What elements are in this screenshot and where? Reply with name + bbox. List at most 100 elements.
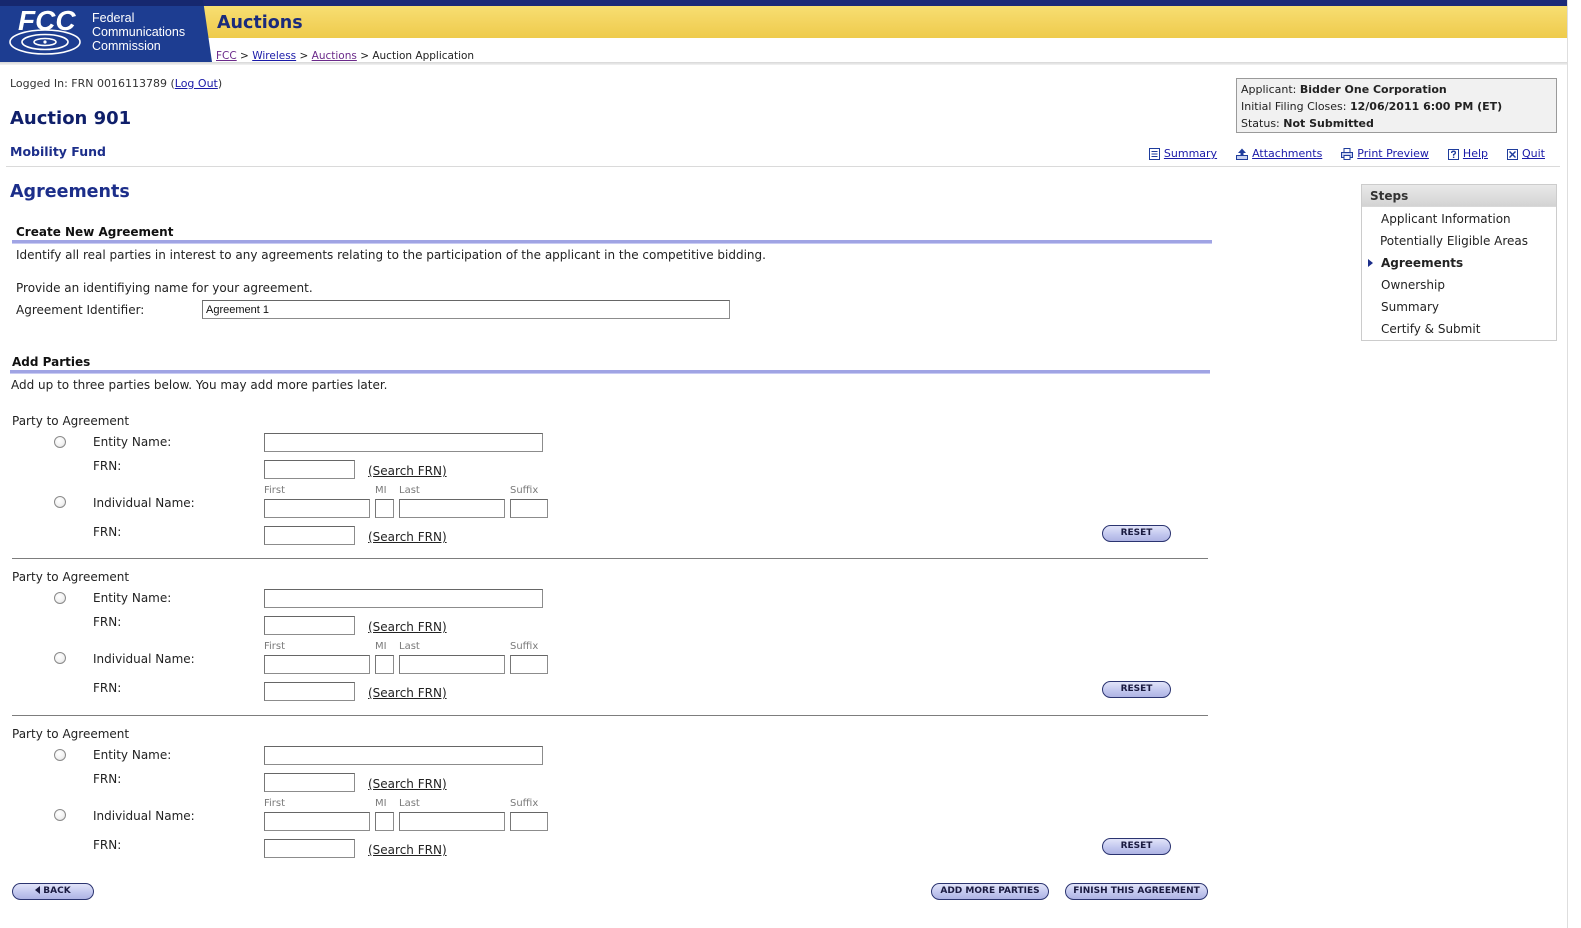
fcc-logo[interactable]: FCC Federal Communications Commission [0, 0, 214, 63]
entity-name-label: Entity Name: [93, 435, 172, 449]
individual-frn-input[interactable] [264, 839, 355, 858]
status-row: Status: Not Submitted [1241, 115, 1552, 132]
party-divider [12, 715, 1208, 716]
individual-frn-input[interactable] [264, 526, 355, 545]
suffix-input[interactable] [510, 499, 548, 518]
reset-button[interactable]: RESET [1102, 838, 1171, 855]
applicant-row: Applicant: Bidder One Corporation [1241, 81, 1552, 98]
toolbar-print-preview-label[interactable]: Print Preview [1357, 147, 1429, 161]
quit-icon [1507, 148, 1518, 160]
logged-in-text: Logged In: FRN 0016113789 ( [10, 77, 175, 90]
first-name-input[interactable] [264, 499, 370, 518]
individual-search-frn-link[interactable]: (Search FRN) [368, 530, 447, 544]
individual-name-label: Individual Name: [93, 652, 195, 666]
step-summary[interactable]: Summary [1362, 296, 1555, 318]
auction-title: Auction 901 [10, 108, 132, 129]
first-name-caption: First [264, 641, 286, 652]
reset-button[interactable]: RESET [1102, 525, 1171, 542]
step-label: Summary [1381, 300, 1439, 314]
suffix-input[interactable] [510, 655, 548, 674]
agreement-name-prompt: Provide an identifiying name for your ag… [16, 281, 313, 295]
logout-link[interactable]: Log Out [175, 77, 218, 90]
step-agreements[interactable]: Agreements [1362, 252, 1555, 274]
breadcrumb-wireless[interactable]: Wireless [252, 50, 296, 62]
individual-radio[interactable] [54, 496, 66, 508]
step-potentially-eligible-areas[interactable]: Potentially Eligible Areas [1362, 230, 1555, 252]
first-name-input[interactable] [264, 812, 370, 831]
individual-frn-input[interactable] [264, 682, 355, 701]
toolbar-quit[interactable]: Quit [1507, 147, 1545, 161]
logo-line-3: Commission [92, 39, 161, 53]
back-button[interactable]: BACK [12, 883, 94, 900]
suffix-input[interactable] [510, 812, 548, 831]
individual-search-frn-link[interactable]: (Search FRN) [368, 843, 447, 857]
individual-frn-label: FRN: [93, 681, 122, 695]
entity-radio[interactable] [54, 592, 66, 604]
step-label: Applicant Information [1381, 212, 1511, 226]
step-applicant-information[interactable]: Applicant Information [1362, 208, 1555, 230]
toolbar-summary[interactable]: Summary [1148, 147, 1217, 161]
steps-panel: Steps Applicant Information Potentially … [1361, 184, 1557, 341]
entity-search-frn-link[interactable]: (Search FRN) [368, 464, 447, 478]
step-label: Certify & Submit [1381, 322, 1481, 336]
reset-button[interactable]: RESET [1102, 681, 1171, 698]
entity-search-frn-link[interactable]: (Search FRN) [368, 777, 447, 791]
entity-name-label: Entity Name: [93, 748, 172, 762]
individual-radio[interactable] [54, 809, 66, 821]
toolbar-print-preview[interactable]: Print Preview [1341, 147, 1429, 161]
entity-name-input[interactable] [264, 589, 543, 608]
step-label: Potentially Eligible Areas [1380, 234, 1529, 248]
entity-name-input[interactable] [264, 433, 543, 452]
create-agreement-heading: Create New Agreement [16, 225, 174, 239]
toolbar-attachments-label[interactable]: Attachments [1252, 147, 1322, 161]
add-parties-instructions: Add up to three parties below. You may a… [11, 378, 388, 392]
applicant-label: Applicant: [1241, 83, 1297, 96]
toolbar-quit-label[interactable]: Quit [1522, 147, 1545, 161]
toolbar-help-label[interactable]: Help [1463, 147, 1488, 161]
last-name-input[interactable] [399, 812, 505, 831]
last-name-caption: Last [399, 641, 420, 652]
entity-frn-input[interactable] [264, 616, 355, 635]
party-title: Party to Agreement [12, 414, 130, 428]
toolbar-help[interactable]: Help [1447, 147, 1488, 161]
toolbar-attachments[interactable]: Attachments [1236, 147, 1322, 161]
middle-initial-input[interactable] [375, 812, 394, 831]
middle-initial-caption: MI [375, 641, 387, 652]
toolbar-summary-label[interactable]: Summary [1164, 147, 1217, 161]
step-ownership[interactable]: Ownership [1362, 274, 1555, 296]
entity-frn-label: FRN: [93, 459, 122, 473]
party-block-1: Party to Agreement Entity Name: FRN: (Se… [0, 412, 1220, 560]
page-title: Agreements [10, 182, 130, 202]
add-more-parties-button[interactable]: ADD MORE PARTIES [931, 883, 1049, 900]
step-certify-submit[interactable]: Certify & Submit [1362, 318, 1555, 340]
applicant-info-box: Applicant: Bidder One Corporation Initia… [1236, 78, 1557, 133]
filing-closes-row: Initial Filing Closes: 12/06/2011 6:00 P… [1241, 98, 1552, 115]
entity-radio[interactable] [54, 749, 66, 761]
last-name-input[interactable] [399, 499, 505, 518]
entity-name-input[interactable] [264, 746, 543, 765]
breadcrumb-auctions[interactable]: Auctions [312, 50, 357, 62]
add-parties-heading: Add Parties [12, 355, 91, 369]
first-name-input[interactable] [264, 655, 370, 674]
applicant-value: Bidder One Corporation [1299, 83, 1447, 96]
individual-search-frn-link[interactable]: (Search FRN) [368, 686, 447, 700]
party-divider [12, 558, 1208, 559]
breadcrumb-fcc[interactable]: FCC [216, 50, 237, 62]
status-value: Not Submitted [1283, 117, 1374, 130]
create-agreement-bar [12, 240, 1212, 244]
logo-line-1: Federal [92, 11, 134, 25]
attachments-icon [1236, 148, 1249, 160]
first-name-caption: First [264, 798, 286, 809]
last-name-caption: Last [399, 485, 420, 496]
entity-search-frn-link[interactable]: (Search FRN) [368, 620, 447, 634]
last-name-input[interactable] [399, 655, 505, 674]
add-parties-bar [10, 370, 1210, 374]
middle-initial-input[interactable] [375, 499, 394, 518]
agreement-identifier-input[interactable] [202, 300, 730, 319]
middle-initial-input[interactable] [375, 655, 394, 674]
entity-frn-input[interactable] [264, 773, 355, 792]
individual-radio[interactable] [54, 652, 66, 664]
entity-radio[interactable] [54, 436, 66, 448]
entity-frn-input[interactable] [264, 460, 355, 479]
finish-agreement-button[interactable]: FINISH THIS AGREEMENT [1065, 883, 1208, 900]
